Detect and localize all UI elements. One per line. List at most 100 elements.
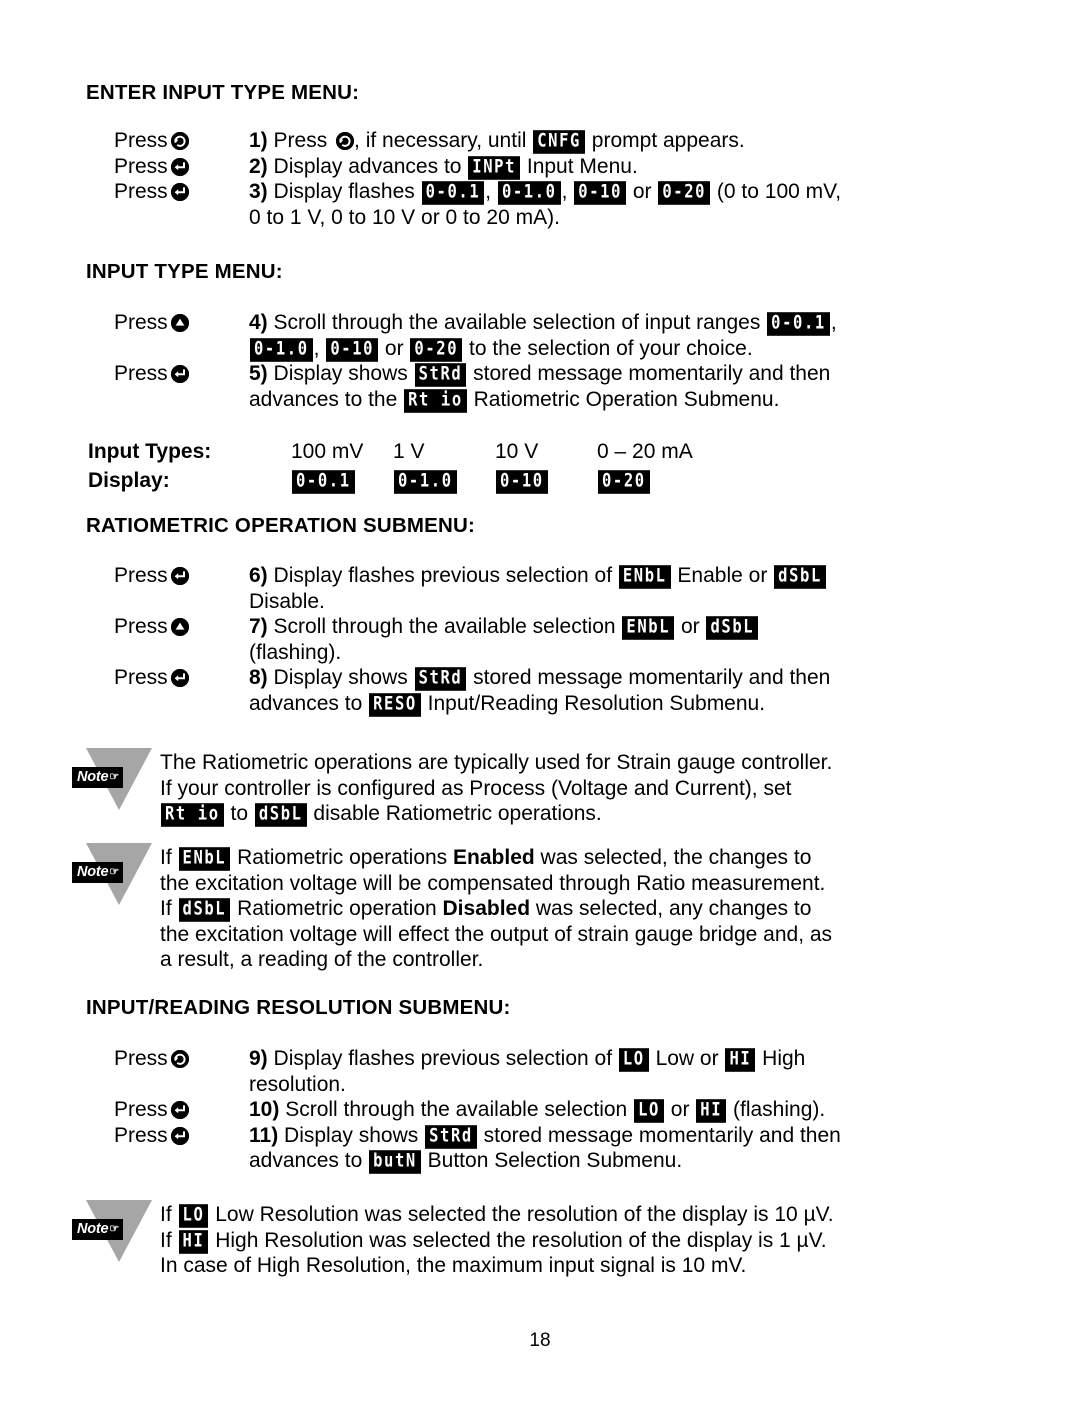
step-text-after: Input Menu. xyxy=(521,154,638,178)
step-number: 9) xyxy=(249,1047,268,1070)
enter-arrow-icon[interactable] xyxy=(170,567,189,585)
table-cell: 0-20 xyxy=(597,466,737,495)
step-text-mid: Enable or xyxy=(671,564,774,587)
row-label: Display: xyxy=(88,469,170,492)
led-badge: INPt xyxy=(468,155,521,180)
enter-arrow-icon[interactable] xyxy=(170,669,189,687)
steps-resolution: Press 9) Display flashes previous select… xyxy=(86,1046,1026,1174)
note-tag: Note☞ xyxy=(72,1219,124,1240)
led-badge: 0-20 xyxy=(598,470,650,494)
step-row: Press 5) Display shows StRd stored messa… xyxy=(86,361,1016,413)
enter-arrow-icon[interactable] xyxy=(170,1126,189,1145)
step-text: 10) Scroll through the available selecti… xyxy=(249,1097,1026,1123)
press-cell: Press xyxy=(86,361,249,387)
enter-arrow-icon[interactable] xyxy=(170,157,189,176)
step-text-before: Press xyxy=(267,129,334,152)
press-cell: Press xyxy=(86,1123,249,1149)
up-triangle-icon[interactable] xyxy=(170,314,189,332)
step-text: 2) Display advances to INPt Input Menu. xyxy=(249,154,1016,180)
note-text-mid: Ratiometric operations xyxy=(231,846,454,869)
note-line: the excitation voltage will be compensat… xyxy=(160,871,826,895)
note-icon: Note☞ xyxy=(72,843,160,921)
enter-arrow-icon[interactable] xyxy=(170,183,189,201)
step-text-before: Display shows xyxy=(278,1123,425,1147)
press-label: Press xyxy=(114,362,168,385)
step-text-line2: Disable. xyxy=(249,589,325,613)
up-triangle-icon[interactable] xyxy=(170,618,189,636)
note-block-enable-disable: Note☞ If ENbL Ratiometric operations Ena… xyxy=(72,843,1032,973)
press-label: Press xyxy=(114,311,168,334)
led-badge: 0-1.0 xyxy=(394,470,457,494)
step-text-before: Display shows xyxy=(267,362,414,385)
led-badge: ENbL xyxy=(618,565,671,589)
step-text-before: Display advances to xyxy=(267,154,468,178)
table-row: Input Types: 100 mV 1 V 10 V 0 – 20 mA xyxy=(86,437,786,466)
press-cell: Press xyxy=(86,614,249,640)
note-line: If dSbL Ratiometric operation Disabled w… xyxy=(160,896,1032,922)
step-text: 4) Scroll through the available selectio… xyxy=(249,310,1016,362)
table-row: Display: 0-0.1 0-1.0 0-10 0-20 xyxy=(86,466,786,495)
note-text-before: If xyxy=(160,1203,178,1226)
led-badge: HI xyxy=(725,1048,756,1072)
document-page: ENTER INPUT TYPE MENU: Press 1) Press , … xyxy=(0,0,1080,1412)
note-text-before: If xyxy=(160,846,178,869)
note-block-resolution: Note☞ If LO Low Resolution was selected … xyxy=(72,1200,1032,1279)
step-text-line2: 0 to 1 V, 0 to 10 V or 0 to 20 mA). xyxy=(249,205,560,229)
step-number: 8) xyxy=(249,666,268,689)
led-badge: LO xyxy=(634,1099,664,1123)
step-text-mid: or xyxy=(664,1098,696,1121)
step-number: 3) xyxy=(249,180,268,203)
press-label: Press xyxy=(114,564,168,587)
note-text: The Ratiometric operations are typically… xyxy=(160,748,1027,827)
note-tag-label: Note xyxy=(77,769,109,785)
separator: , xyxy=(313,336,326,360)
step-text-before: Display flashes previous selection of xyxy=(267,1047,618,1070)
press-label: Press xyxy=(114,615,168,638)
led-badge: butN xyxy=(369,1150,421,1174)
loop-arrow-icon[interactable] xyxy=(336,132,355,150)
step-row: Press 8) Display shows StRd stored messa… xyxy=(86,665,1026,717)
press-label: Press xyxy=(114,1047,168,1070)
led-badge: Rt io xyxy=(404,388,467,413)
enter-arrow-icon[interactable] xyxy=(170,1101,189,1119)
table-cell: 1 V xyxy=(393,440,425,463)
loop-arrow-icon[interactable] xyxy=(170,1050,189,1068)
note-tag-label: Note xyxy=(77,1221,109,1237)
step-text-mid: stored message momentarily and then xyxy=(467,362,831,385)
step-number: 7) xyxy=(249,615,268,638)
press-cell: Press xyxy=(86,179,249,205)
pointing-hand-icon: ☞ xyxy=(109,771,120,783)
step-text-after: (flashing). xyxy=(727,1098,826,1121)
step-text: 7) Scroll through the available selectio… xyxy=(249,614,1026,665)
step-text-before: Display shows xyxy=(267,666,414,689)
note-text-mid: to xyxy=(224,802,254,825)
note-line: If ENbL Ratiometric operations Enabled w… xyxy=(160,845,1032,871)
loop-arrow-icon[interactable] xyxy=(170,132,189,150)
step-line2-before: advances to the xyxy=(249,387,404,411)
step-text: 8) Display shows StRd stored message mom… xyxy=(249,665,1026,717)
led-badge: HI xyxy=(696,1099,727,1123)
led-badge: ENbL xyxy=(178,847,231,871)
table-cell: 10 V xyxy=(495,440,539,463)
step-row: Press 11) Display shows StRd stored mess… xyxy=(86,1123,1026,1174)
note-text: If LO Low Resolution was selected the re… xyxy=(160,1200,1032,1279)
press-label: Press xyxy=(114,1098,168,1121)
step-row: Press 6) Display flashes previous select… xyxy=(86,563,1026,614)
step-text: 3) Display flashes 0-0.1, 0-1.0, 0-10 or… xyxy=(249,179,1016,230)
step-text: 6) Display flashes previous selection of… xyxy=(249,563,1026,614)
led-badge: LO xyxy=(178,1204,209,1228)
note-line: If your controller is configured as Proc… xyxy=(160,776,792,800)
enter-arrow-icon[interactable] xyxy=(170,365,189,383)
led-badge: Rt io xyxy=(161,803,224,827)
note-emphasis: Disabled xyxy=(442,897,531,920)
separator: or xyxy=(627,180,658,203)
press-cell: Press xyxy=(86,128,249,154)
note-text-after: disable Ratiometric operations. xyxy=(307,802,602,825)
led-badge: 0-10 xyxy=(574,181,627,205)
step-number: 2) xyxy=(249,154,268,178)
step-text-line2: (flashing). xyxy=(249,640,342,664)
table-cell: 0-1.0 xyxy=(393,466,495,495)
led-badge: 0-0.1 xyxy=(421,181,485,205)
press-cell: Press xyxy=(86,563,249,589)
heading-enter-input-type-menu: ENTER INPUT TYPE MENU: xyxy=(86,81,360,104)
